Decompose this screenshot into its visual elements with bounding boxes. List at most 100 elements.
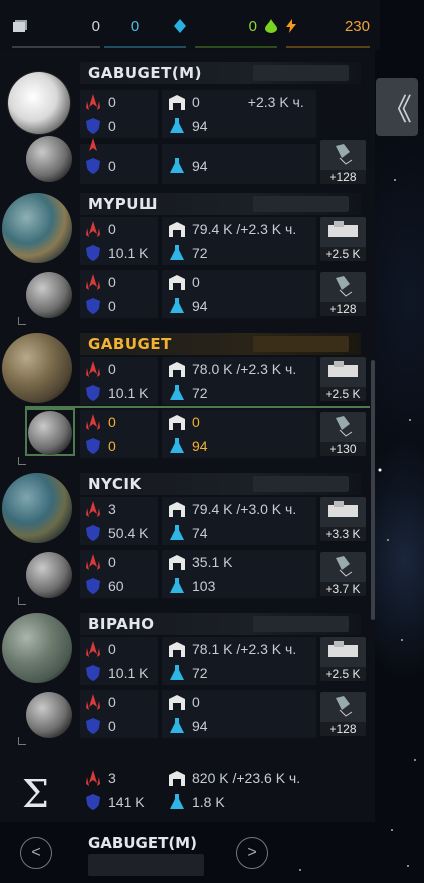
storage-value: 0 — [192, 274, 200, 290]
moon-card-selected[interactable]: 0 0 0 94 +130 — [0, 406, 372, 458]
storage-icon — [169, 222, 185, 237]
economy-cell: 78.0 K /+2.3 K ч. 72 — [162, 357, 316, 405]
storage-value: 78.1 K — [192, 641, 233, 657]
planet-name: NYCIK — [88, 475, 142, 493]
economy-cell: 79.4 K /+3.0 K ч. 74 — [162, 497, 316, 545]
satellite-icon — [336, 556, 353, 577]
planet-name: GABUGET — [88, 335, 172, 353]
defense-icon — [86, 665, 100, 681]
ship-count: +2.5 K — [320, 247, 366, 261]
ship-tile[interactable]: +3.7 K — [320, 552, 366, 596]
attack-icon — [86, 641, 100, 657]
planet-name-bar[interactable]: NYCIK — [80, 473, 361, 495]
flask-icon — [170, 794, 184, 809]
planet-name-bar[interactable]: GABUGET(M) — [80, 62, 361, 84]
planet-name-bar[interactable]: MYPUШ — [80, 193, 361, 215]
economy-cell: 0 94 — [162, 270, 316, 318]
storage-value: 78.0 K — [192, 361, 233, 377]
defense-value: 0 — [108, 118, 116, 134]
fleet-cell: 0 0 — [80, 410, 158, 458]
moon-card[interactable]: 0 0 0 94 +128 — [0, 690, 372, 738]
ship-tile[interactable]: +3.3 K — [320, 497, 366, 541]
moon-card[interactable]: 0 60 35.1 K 103 +3.7 K — [0, 550, 372, 598]
fuel-value: 72 — [192, 665, 208, 681]
planet-name-bar[interactable]: GABUGET — [80, 333, 361, 355]
fleet-cell: 0 — [80, 138, 158, 184]
moon-link-bracket — [18, 317, 26, 325]
scrollbar-thumb[interactable] — [371, 360, 375, 620]
total-attack-value: 3 — [108, 770, 116, 786]
storage-icon — [169, 555, 185, 570]
attack-icon — [89, 138, 97, 151]
total-production-rate: /+23.6 K ч. — [232, 770, 301, 786]
fuel-value: 74 — [192, 525, 208, 541]
resource-planets[interactable]: 0 — [12, 16, 100, 48]
storage-value: 0 — [192, 94, 200, 110]
planet-name: BIPAHO — [88, 615, 155, 633]
next-planet-button[interactable]: > — [236, 837, 268, 869]
moon-card[interactable]: 0 0 0 94 +128 — [0, 270, 372, 318]
planet-image — [2, 613, 72, 683]
fuel-value: 94 — [192, 298, 208, 314]
ship-count: +3.7 K — [320, 582, 366, 596]
moon-card[interactable]: 0 94 +128 — [0, 136, 372, 184]
ship-tile[interactable]: +2.5 K — [320, 217, 366, 261]
planet-name: MYPUШ — [88, 195, 158, 213]
defense-icon — [86, 245, 100, 261]
storage-icon — [169, 362, 185, 377]
defense-icon — [86, 385, 100, 401]
production-rate: /+2.3 K ч. — [236, 641, 297, 657]
defense-icon — [86, 298, 100, 314]
economy-cell: 0 94 — [162, 690, 316, 738]
moon-image — [26, 272, 72, 318]
fuel-value: 94 — [192, 718, 208, 734]
attack-value: 0 — [108, 274, 116, 290]
ship-tile[interactable]: +128 — [320, 692, 366, 736]
attack-value: 0 — [108, 361, 116, 377]
attack-value: 3 — [108, 501, 116, 517]
defense-icon — [86, 438, 100, 454]
total-defense-value: 141 K — [108, 794, 145, 810]
fuel-value: 94 — [192, 158, 208, 174]
ship-tile[interactable]: +2.5 K — [320, 637, 366, 681]
storage-icon — [169, 642, 185, 657]
ship-tile[interactable]: +128 — [320, 272, 366, 316]
ship-tile[interactable]: +130 — [320, 412, 366, 456]
fleet-cell: 0 10.1 K — [80, 637, 158, 685]
moon-image — [26, 692, 72, 738]
fleet-cell: 0 10.1 K — [80, 217, 158, 265]
fuel-value: 103 — [192, 578, 216, 594]
collapse-panel-button[interactable]: 《 — [376, 78, 418, 136]
ship-count: +128 — [320, 302, 366, 316]
planet-coordinates-redacted — [253, 616, 349, 632]
crystal-value: 0 — [130, 17, 140, 35]
planet-image — [8, 72, 70, 134]
ship-count: +130 — [320, 442, 366, 456]
planet-list-panel[interactable]: GABUGET(M) 0 0 0 +2.3 K ч. 94 0 94 +128 M… — [0, 50, 375, 758]
ship-count: +128 — [320, 722, 366, 736]
ship-count: +3.3 K — [320, 527, 366, 541]
economy-cell: 78.1 K /+2.3 K ч. 72 — [162, 637, 316, 685]
planet-coordinates-redacted — [253, 476, 349, 492]
totals-row: Σ 3 141 K 820 K /+23.6 K ч. 1.8 K — [0, 758, 375, 822]
production-rate: +2.3 K ч. — [247, 94, 304, 110]
economy-cell: 35.1 K 103 — [162, 550, 316, 598]
production-rate: /+2.3 K ч. — [236, 361, 297, 377]
transport-ship-icon — [328, 221, 358, 237]
moon-link-bracket — [18, 457, 26, 465]
defense-icon — [86, 158, 100, 174]
resource-crystal[interactable]: 0 — [104, 16, 186, 48]
previous-planet-button[interactable]: < — [20, 837, 52, 869]
ship-tile[interactable]: +2.5 K — [320, 357, 366, 401]
satellite-icon — [336, 144, 353, 165]
storage-value: 79.4 K — [192, 501, 233, 517]
economy-cell: 0 94 — [162, 410, 316, 458]
defense-value: 60 — [108, 578, 124, 594]
attack-icon — [86, 94, 100, 110]
resource-energy[interactable]: 230 — [286, 16, 370, 48]
planet-name-bar[interactable]: BIPAHO — [80, 613, 361, 635]
ship-tile[interactable]: +128 — [320, 140, 366, 184]
resource-deuterium[interactable]: 0 — [195, 16, 277, 48]
moon-image — [28, 411, 72, 455]
attack-icon — [86, 501, 100, 517]
